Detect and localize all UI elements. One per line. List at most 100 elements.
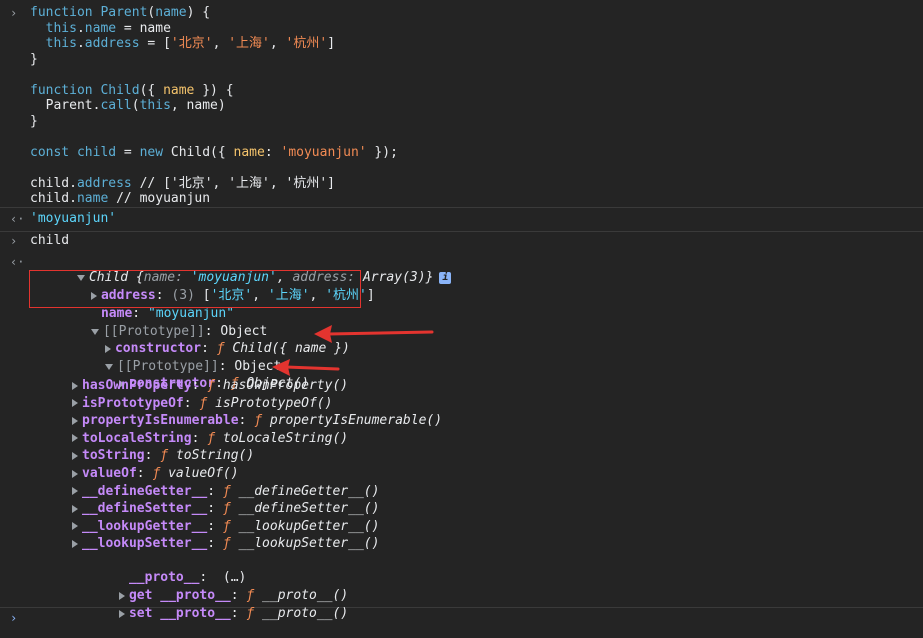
code-token: }); bbox=[366, 144, 398, 160]
function-signature: __lookupSetter__() bbox=[238, 536, 380, 552]
code-line: const child = new Child({ name: 'moyuanj… bbox=[30, 145, 398, 161]
property-key: propertyIsEnumerable bbox=[82, 413, 239, 429]
code-token: 'moyuanjun' bbox=[280, 144, 367, 160]
expand-triangle-icon[interactable] bbox=[72, 416, 78, 425]
code-line: } bbox=[30, 114, 38, 130]
expand-triangle-icon[interactable] bbox=[72, 434, 78, 443]
code-token: child bbox=[76, 144, 117, 160]
function-symbol: ƒ bbox=[222, 518, 231, 534]
info-icon[interactable]: i bbox=[439, 271, 452, 284]
code-token: new bbox=[139, 144, 171, 160]
expand-triangle-icon[interactable] bbox=[72, 399, 78, 408]
output-prompt-icon: ‹· bbox=[10, 255, 25, 269]
expand-triangle-icon[interactable] bbox=[72, 487, 78, 496]
function-signature: __defineSetter__() bbox=[238, 501, 380, 517]
code-token: , name) bbox=[170, 98, 226, 113]
function-signature: hasOwnProperty() bbox=[222, 378, 349, 393]
expand-triangle-icon[interactable] bbox=[72, 451, 78, 460]
devtools-console: › function Parent(name) { this.name = na… bbox=[0, 0, 923, 625]
code-line: function Parent(name) { bbox=[30, 5, 210, 21]
prototype-1[interactable]: [[Prototype]]: Object bbox=[44, 308, 267, 339]
code-line: function Child({ name }) { bbox=[30, 83, 234, 99]
property-key: toLocaleString bbox=[82, 430, 192, 446]
function-symbol: ƒ bbox=[222, 536, 231, 552]
function-signature: toString() bbox=[175, 448, 255, 464]
expand-triangle-icon[interactable] bbox=[72, 522, 78, 531]
code-line: child.address // ['北京', '上海', '杭州'] bbox=[30, 176, 335, 192]
proto-accessor[interactable]: __proto__: (…) bbox=[82, 554, 246, 585]
console-output-string: ‹· 'moyuanjun' bbox=[0, 208, 923, 232]
method-isprototypeof[interactable]: isPrototypeOf: ƒ isPrototypeOf() bbox=[72, 396, 332, 412]
annotation-arrow-icon bbox=[272, 359, 340, 376]
code-token: ] bbox=[327, 36, 336, 51]
method-lookupsetter[interactable]: __lookupSetter__: ƒ __lookupSetter__() bbox=[72, 536, 379, 552]
console-prompt-line[interactable]: › bbox=[0, 608, 923, 625]
code-token: '上海' bbox=[228, 36, 270, 51]
method-definegetter[interactable]: __defineGetter__: ƒ __defineGetter__() bbox=[72, 484, 379, 500]
code-token: , bbox=[269, 36, 286, 51]
function-signature: propertyIsEnumerable() bbox=[269, 413, 443, 429]
function-symbol: ƒ bbox=[207, 378, 216, 393]
code-token: Child({ bbox=[170, 144, 234, 160]
code-token: name bbox=[163, 82, 195, 98]
function-symbol: ƒ bbox=[254, 413, 263, 429]
property-key: __defineGetter__ bbox=[82, 483, 208, 499]
method-definesetter[interactable]: __defineSetter__: ƒ __defineSetter__() bbox=[72, 501, 379, 517]
code-token: = name bbox=[116, 20, 171, 36]
code-token: Child bbox=[100, 82, 140, 98]
code-token: : bbox=[264, 144, 281, 160]
code-token: } bbox=[30, 113, 38, 129]
property-key: __defineSetter__ bbox=[82, 501, 208, 517]
code-token: function bbox=[30, 82, 101, 98]
expand-triangle-icon[interactable] bbox=[72, 469, 78, 478]
function-signature: __lookupGetter__() bbox=[238, 518, 380, 534]
getter-proto[interactable]: get __proto__: ƒ __proto__() bbox=[72, 572, 348, 603]
object-header[interactable]: Child {name: 'moyuanjun', address: Array… bbox=[30, 254, 452, 285]
code-token: // ['北京', '上海', '杭州'] bbox=[131, 175, 335, 191]
property-key: __lookupGetter__ bbox=[82, 518, 208, 534]
setter-proto[interactable]: set __proto__: ƒ __proto__() bbox=[72, 590, 348, 621]
constructor-child[interactable]: constructor: ƒ Child({ name }) bbox=[58, 325, 350, 356]
code-token: name bbox=[233, 144, 265, 160]
input-prompt-icon: › bbox=[10, 234, 18, 248]
method-lookupgetter[interactable]: __lookupGetter__: ƒ __lookupGetter__() bbox=[72, 519, 379, 535]
code-token: , bbox=[212, 36, 229, 51]
annotation-highlight-box bbox=[29, 270, 361, 308]
annotation-arrow-icon bbox=[314, 325, 434, 343]
code-line: Parent.call(this, name) bbox=[30, 98, 226, 114]
code-token: Parent. bbox=[30, 98, 101, 113]
code-token: this bbox=[139, 98, 171, 113]
expand-triangle-icon[interactable] bbox=[72, 381, 78, 390]
code-token: Parent bbox=[100, 5, 148, 20]
code-token: address bbox=[84, 36, 140, 51]
output-value: 'moyuanjun' bbox=[30, 211, 117, 226]
method-tostring[interactable]: toString: ƒ toString() bbox=[72, 448, 254, 464]
expand-triangle-icon[interactable] bbox=[72, 539, 78, 548]
method-propertyisenumerable[interactable]: propertyIsEnumerable: ƒ propertyIsEnumer… bbox=[72, 413, 442, 429]
code-token: name bbox=[155, 5, 187, 20]
property-key: isPrototypeOf bbox=[82, 395, 184, 411]
method-hasownproperty[interactable]: hasOwnProperty: ƒ hasOwnProperty() bbox=[72, 378, 348, 394]
code-token: ({ bbox=[139, 82, 164, 98]
function-symbol: ƒ bbox=[222, 501, 231, 517]
console-input-child: › child bbox=[0, 232, 923, 252]
code-token: const bbox=[30, 144, 77, 160]
code-token: this bbox=[45, 36, 77, 51]
prototype-2[interactable]: [[Prototype]]: Object bbox=[58, 343, 281, 374]
input-prompt-icon: › bbox=[10, 6, 18, 20]
code-token: this bbox=[45, 20, 77, 36]
code-token: name bbox=[76, 191, 109, 206]
code-token: = bbox=[116, 144, 140, 160]
function-signature: isPrototypeOf() bbox=[215, 395, 333, 411]
method-valueof[interactable]: valueOf: ƒ valueOf() bbox=[72, 466, 239, 482]
code-line: } bbox=[30, 52, 38, 68]
property-key: __lookupSetter__ bbox=[82, 536, 208, 552]
method-tolocalestring[interactable]: toLocaleString: ƒ toLocaleString() bbox=[72, 431, 348, 447]
expand-triangle-icon[interactable] bbox=[72, 504, 78, 513]
code-token: child. bbox=[30, 175, 77, 191]
function-signature: __defineGetter__() bbox=[238, 483, 380, 499]
code-token: function bbox=[30, 5, 101, 20]
code-token: // moyuanjun bbox=[108, 191, 211, 206]
